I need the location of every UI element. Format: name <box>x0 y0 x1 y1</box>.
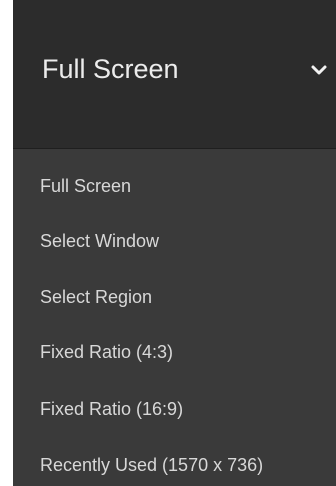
menu-item-full-screen[interactable]: Full Screen <box>40 169 131 203</box>
capture-mode-select[interactable]: Full Screen <box>13 0 336 148</box>
selected-capture-mode: Full Screen <box>42 53 179 84</box>
menu-item-select-region[interactable]: Select Region <box>40 280 152 314</box>
capture-mode-menu: Full Screen Select Window Select Region … <box>13 148 336 486</box>
menu-item-fixed-ratio-16-9[interactable]: Fixed Ratio (16:9) <box>40 392 183 426</box>
menu-item-recently-used[interactable]: Recently Used (1570 x 736) <box>40 448 263 482</box>
chevron-down-icon <box>311 65 327 75</box>
capture-mode-dropdown: Full Screen Full Screen Select Window Se… <box>0 0 336 486</box>
menu-item-fixed-ratio-4-3[interactable]: Fixed Ratio (4:3) <box>40 335 173 369</box>
menu-item-select-window[interactable]: Select Window <box>40 224 159 258</box>
